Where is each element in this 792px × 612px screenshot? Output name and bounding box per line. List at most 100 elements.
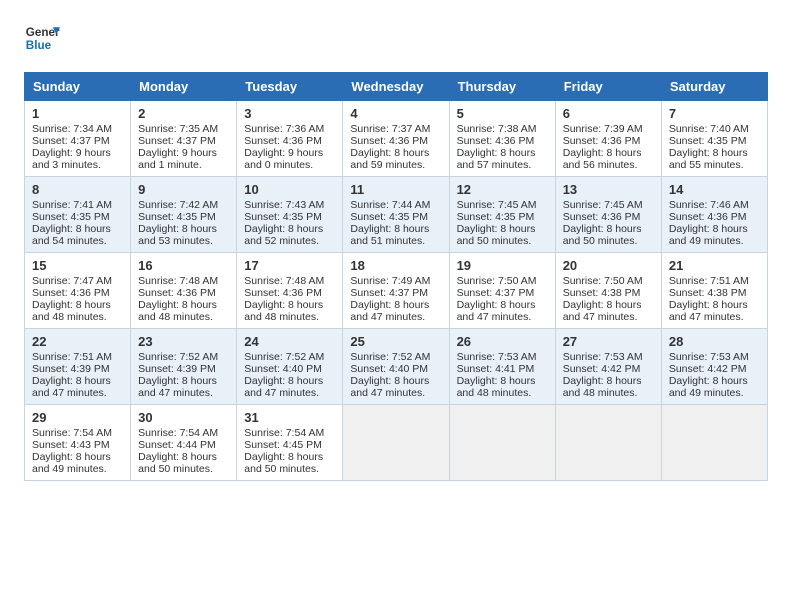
header-cell-monday: Monday [131, 73, 237, 101]
sunrise-text: Sunrise: 7:39 AM [563, 123, 654, 135]
sunset-text: Sunset: 4:35 PM [669, 135, 760, 147]
sunset-text: Sunset: 4:42 PM [669, 363, 760, 375]
calendar-cell: 1Sunrise: 7:34 AMSunset: 4:37 PMDaylight… [25, 101, 131, 177]
calendar-cell: 28Sunrise: 7:53 AMSunset: 4:42 PMDayligh… [661, 329, 767, 405]
calendar-cell: 9Sunrise: 7:42 AMSunset: 4:35 PMDaylight… [131, 177, 237, 253]
sunrise-text: Sunrise: 7:38 AM [457, 123, 548, 135]
daylight-text: Daylight: 8 hours and 49 minutes. [669, 223, 760, 247]
calendar-cell: 20Sunrise: 7:50 AMSunset: 4:38 PMDayligh… [555, 253, 661, 329]
daylight-text: Daylight: 9 hours and 1 minute. [138, 147, 229, 171]
calendar-cell: 25Sunrise: 7:52 AMSunset: 4:40 PMDayligh… [343, 329, 449, 405]
sunrise-text: Sunrise: 7:34 AM [32, 123, 123, 135]
daylight-text: Daylight: 8 hours and 54 minutes. [32, 223, 123, 247]
calendar-cell [449, 405, 555, 481]
sunrise-text: Sunrise: 7:50 AM [563, 275, 654, 287]
calendar-cell: 24Sunrise: 7:52 AMSunset: 4:40 PMDayligh… [237, 329, 343, 405]
sunset-text: Sunset: 4:36 PM [563, 211, 654, 223]
calendar-cell: 26Sunrise: 7:53 AMSunset: 4:41 PMDayligh… [449, 329, 555, 405]
daylight-text: Daylight: 8 hours and 50 minutes. [563, 223, 654, 247]
sunset-text: Sunset: 4:36 PM [563, 135, 654, 147]
day-number: 19 [457, 258, 548, 273]
daylight-text: Daylight: 8 hours and 52 minutes. [244, 223, 335, 247]
sunset-text: Sunset: 4:36 PM [244, 287, 335, 299]
day-number: 13 [563, 182, 654, 197]
day-number: 6 [563, 106, 654, 121]
header-cell-wednesday: Wednesday [343, 73, 449, 101]
calendar-cell: 12Sunrise: 7:45 AMSunset: 4:35 PMDayligh… [449, 177, 555, 253]
day-number: 11 [350, 182, 441, 197]
day-number: 30 [138, 410, 229, 425]
day-number: 12 [457, 182, 548, 197]
sunrise-text: Sunrise: 7:47 AM [32, 275, 123, 287]
daylight-text: Daylight: 8 hours and 47 minutes. [138, 375, 229, 399]
day-number: 18 [350, 258, 441, 273]
sunset-text: Sunset: 4:37 PM [138, 135, 229, 147]
day-number: 29 [32, 410, 123, 425]
header-cell-saturday: Saturday [661, 73, 767, 101]
calendar-cell: 17Sunrise: 7:48 AMSunset: 4:36 PMDayligh… [237, 253, 343, 329]
header-cell-thursday: Thursday [449, 73, 555, 101]
day-number: 25 [350, 334, 441, 349]
daylight-text: Daylight: 8 hours and 47 minutes. [350, 299, 441, 323]
daylight-text: Daylight: 8 hours and 48 minutes. [457, 375, 548, 399]
daylight-text: Daylight: 8 hours and 48 minutes. [244, 299, 335, 323]
calendar-week-2: 8Sunrise: 7:41 AMSunset: 4:35 PMDaylight… [25, 177, 768, 253]
daylight-text: Daylight: 8 hours and 50 minutes. [457, 223, 548, 247]
calendar-cell: 18Sunrise: 7:49 AMSunset: 4:37 PMDayligh… [343, 253, 449, 329]
daylight-text: Daylight: 8 hours and 56 minutes. [563, 147, 654, 171]
day-number: 5 [457, 106, 548, 121]
daylight-text: Daylight: 8 hours and 57 minutes. [457, 147, 548, 171]
sunrise-text: Sunrise: 7:54 AM [32, 427, 123, 439]
daylight-text: Daylight: 8 hours and 47 minutes. [32, 375, 123, 399]
day-number: 26 [457, 334, 548, 349]
calendar-cell [343, 405, 449, 481]
calendar-cell: 2Sunrise: 7:35 AMSunset: 4:37 PMDaylight… [131, 101, 237, 177]
daylight-text: Daylight: 8 hours and 49 minutes. [669, 375, 760, 399]
page-header: General Blue [24, 20, 768, 56]
calendar-week-5: 29Sunrise: 7:54 AMSunset: 4:43 PMDayligh… [25, 405, 768, 481]
day-number: 23 [138, 334, 229, 349]
calendar-cell: 4 Sunrise: 7:37 AMSunset: 4:36 PMDaylight… [343, 101, 449, 177]
daylight-text: Daylight: 8 hours and 48 minutes. [563, 375, 654, 399]
calendar-cell: 11Sunrise: 7:44 AMSunset: 4:35 PMDayligh… [343, 177, 449, 253]
sunrise-text: Sunrise: 7:40 AM [669, 123, 760, 135]
logo: General Blue [24, 20, 60, 56]
header-cell-tuesday: Tuesday [237, 73, 343, 101]
calendar-table: SundayMondayTuesdayWednesdayThursdayFrid… [24, 72, 768, 481]
day-number: 15 [32, 258, 123, 273]
daylight-text: Daylight: 8 hours and 48 minutes. [138, 299, 229, 323]
day-number: 4 [350, 106, 441, 121]
sunset-text: Sunset: 4:35 PM [350, 211, 441, 223]
svg-text:Blue: Blue [26, 39, 52, 52]
sunset-text: Sunset: 4:36 PM [350, 135, 441, 147]
calendar-cell: 27Sunrise: 7:53 AMSunset: 4:42 PMDayligh… [555, 329, 661, 405]
sunset-text: Sunset: 4:36 PM [669, 211, 760, 223]
daylight-text: Daylight: 8 hours and 47 minutes. [350, 375, 441, 399]
calendar-cell [661, 405, 767, 481]
sunrise-text: Sunrise: 7:44 AM [350, 199, 441, 211]
daylight-text: Daylight: 8 hours and 55 minutes. [669, 147, 760, 171]
sunrise-text: Sunrise: 7:43 AM [244, 199, 335, 211]
sunrise-text: Sunrise: 7:52 AM [350, 351, 441, 363]
sunrise-text: Sunrise: 7:54 AM [138, 427, 229, 439]
calendar-cell: 8Sunrise: 7:41 AMSunset: 4:35 PMDaylight… [25, 177, 131, 253]
calendar-header: SundayMondayTuesdayWednesdayThursdayFrid… [25, 73, 768, 101]
calendar-cell: 15Sunrise: 7:47 AMSunset: 4:36 PMDayligh… [25, 253, 131, 329]
day-number: 16 [138, 258, 229, 273]
sunrise-text: Sunrise: 7:51 AM [32, 351, 123, 363]
day-number: 1 [32, 106, 123, 121]
sunrise-text: Sunrise: 7:51 AM [669, 275, 760, 287]
sunset-text: Sunset: 4:36 PM [244, 135, 335, 147]
day-number: 3 [244, 106, 335, 121]
calendar-week-4: 22Sunrise: 7:51 AMSunset: 4:39 PMDayligh… [25, 329, 768, 405]
calendar-cell: 5Sunrise: 7:38 AMSunset: 4:36 PMDaylight… [449, 101, 555, 177]
daylight-text: Daylight: 8 hours and 59 minutes. [350, 147, 441, 171]
daylight-text: Daylight: 8 hours and 47 minutes. [244, 375, 335, 399]
calendar-week-3: 15Sunrise: 7:47 AMSunset: 4:36 PMDayligh… [25, 253, 768, 329]
sunrise-text: Sunrise: 7:37 AM [350, 123, 441, 135]
sunset-text: Sunset: 4:40 PM [244, 363, 335, 375]
sunset-text: Sunset: 4:37 PM [350, 287, 441, 299]
header-cell-friday: Friday [555, 73, 661, 101]
day-number: 17 [244, 258, 335, 273]
calendar-cell: 31Sunrise: 7:54 AMSunset: 4:45 PMDayligh… [237, 405, 343, 481]
